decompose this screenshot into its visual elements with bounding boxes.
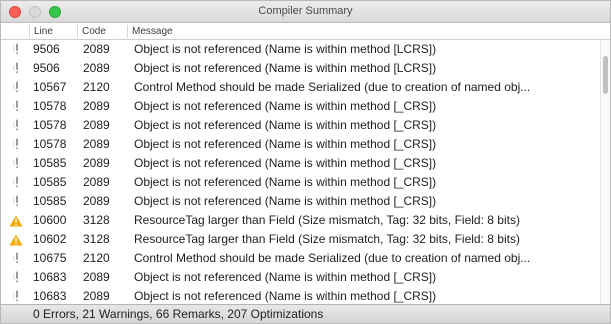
table-row[interactable]: 10585 2089 Object is not referenced (Name …	[1, 192, 601, 211]
compiler-summary-window: Compiler Summary Line Code Message 9506 2…	[0, 0, 611, 324]
warning-icon	[8, 230, 24, 249]
table-row[interactable]: 10578 2089 Object is not referenced (Name …	[1, 97, 601, 116]
row-message: Object is not referenced (Name is within…	[134, 137, 437, 151]
column-header-icon[interactable]	[1, 25, 29, 38]
row-code: 2120	[83, 251, 110, 265]
row-line-number: 10675	[33, 251, 67, 265]
table-row[interactable]: 10600 3128 ResourceTag larger than Field (…	[1, 211, 601, 230]
row-code: 2089	[83, 194, 110, 208]
table-header: Line Code Message	[1, 23, 610, 40]
row-line-number: 10683	[33, 270, 67, 284]
table-row[interactable]: 10578 2089 Object is not referenced (Name …	[1, 116, 601, 135]
row-line-number: 10585	[33, 156, 67, 170]
remark-icon	[8, 154, 24, 173]
remark-icon	[8, 59, 24, 78]
remark-icon	[8, 173, 24, 192]
status-summary: 0 Errors, 21 Warnings, 66 Remarks, 207 O…	[33, 307, 324, 321]
remark-icon	[8, 116, 24, 135]
table-row[interactable]: 10585 2089 Object is not referenced (Name …	[1, 154, 601, 173]
table-row[interactable]: 10602 3128 ResourceTag larger than Field (…	[1, 230, 601, 249]
row-code: 2089	[83, 137, 110, 151]
warning-icon	[8, 211, 24, 230]
remark-icon	[8, 249, 24, 268]
row-message: ResourceTag larger than Field (Size mism…	[134, 213, 520, 227]
row-message: Object is not referenced (Name is within…	[134, 194, 437, 208]
row-code: 2089	[83, 156, 110, 170]
row-line-number: 9506	[33, 42, 60, 56]
table-row[interactable]: 10585 2089 Object is not referenced (Name …	[1, 173, 601, 192]
row-line-number: 10600	[33, 213, 67, 227]
row-message: Object is not referenced (Name is within…	[134, 175, 437, 189]
row-line-number: 10578	[33, 118, 67, 132]
table-row[interactable]: 10683 2089 Object is not referenced (Name …	[1, 268, 601, 287]
row-line-number: 10578	[33, 137, 67, 151]
remark-icon	[8, 192, 24, 211]
row-message: Control Method should be made Serialized…	[134, 80, 531, 94]
row-line-number: 10578	[33, 99, 67, 113]
row-message: Object is not referenced (Name is within…	[134, 270, 437, 284]
status-bar: 0 Errors, 21 Warnings, 66 Remarks, 207 O…	[1, 304, 610, 323]
remark-icon	[8, 268, 24, 287]
vertical-scrollbar[interactable]	[600, 40, 610, 306]
remark-icon	[8, 135, 24, 154]
table-row[interactable]: 10675 2120 Control Method should be made S…	[1, 249, 601, 268]
column-header-line[interactable]: Line	[29, 25, 77, 38]
remark-icon	[8, 97, 24, 116]
message-list[interactable]: 9506 2089 Object is not referenced (Name i…	[1, 40, 601, 306]
scrollbar-thumb[interactable]	[603, 56, 608, 94]
row-line-number: 10585	[33, 175, 67, 189]
row-message: Control Method should be made Serialized…	[134, 251, 531, 265]
remark-icon	[8, 40, 24, 59]
row-code: 2089	[83, 99, 110, 113]
table-row[interactable]: 10567 2120 Control Method should be made S…	[1, 78, 601, 97]
table-row[interactable]: 9506 2089 Object is not referenced (Name i…	[1, 40, 601, 59]
window-title: Compiler Summary	[258, 5, 353, 17]
row-code: 2089	[83, 61, 110, 75]
title-bar[interactable]: Compiler Summary	[1, 1, 610, 23]
row-code: 2089	[83, 118, 110, 132]
column-header-message[interactable]: Message	[127, 25, 607, 38]
row-message: Object is not referenced (Name is within…	[134, 61, 437, 75]
row-code: 2089	[83, 42, 110, 56]
row-message: Object is not referenced (Name is within…	[134, 99, 437, 113]
row-line-number: 10602	[33, 232, 67, 246]
row-line-number: 10567	[33, 80, 67, 94]
table-row[interactable]: 9506 2089 Object is not referenced (Name i…	[1, 59, 601, 78]
remark-icon	[8, 78, 24, 97]
row-line-number: 10585	[33, 194, 67, 208]
row-code: 2120	[83, 80, 110, 94]
row-code: 3128	[83, 213, 110, 227]
row-message: ResourceTag larger than Field (Size mism…	[134, 232, 520, 246]
row-code: 2089	[83, 175, 110, 189]
row-code: 2089	[83, 270, 110, 284]
row-code: 3128	[83, 232, 110, 246]
column-header-code[interactable]: Code	[77, 25, 127, 38]
row-line-number: 9506	[33, 61, 60, 75]
table-row[interactable]: 10578 2089 Object is not referenced (Name …	[1, 135, 601, 154]
row-message: Object is not referenced (Name is within…	[134, 42, 437, 56]
row-message: Object is not referenced (Name is within…	[134, 156, 437, 170]
row-message: Object is not referenced (Name is within…	[134, 118, 437, 132]
